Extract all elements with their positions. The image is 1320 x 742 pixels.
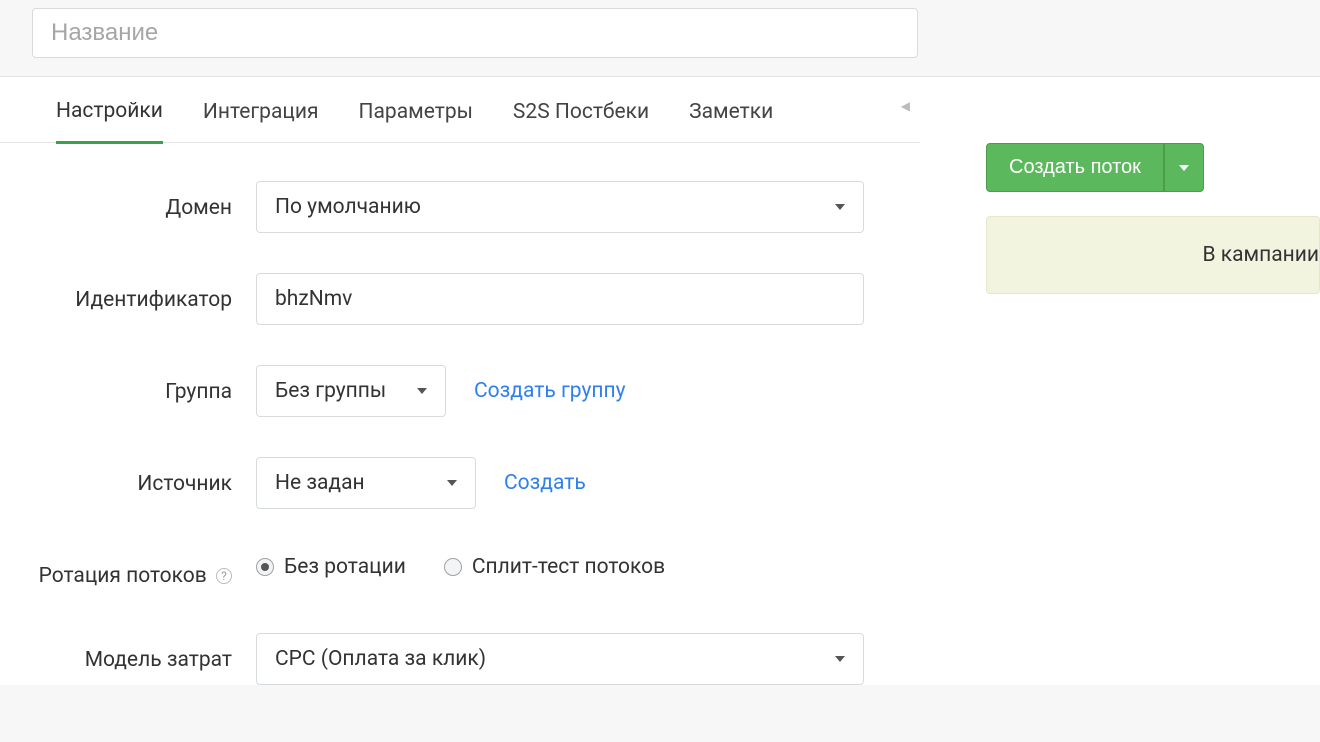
create-flow-dropdown-toggle[interactable] <box>1164 143 1204 192</box>
domain-select[interactable]: По умолчанию <box>256 181 864 233</box>
source-select-value: Не задан <box>275 471 365 495</box>
rotation-radio-none[interactable]: Без ротации <box>256 555 406 579</box>
tab-notes[interactable]: Заметки <box>689 78 773 142</box>
tab-s2s-postbacks[interactable]: S2S Постбеки <box>513 78 649 142</box>
cost-model-select[interactable]: CPC (Оплата за клик) <box>256 633 864 685</box>
campaign-notice: В кампании <box>986 216 1320 294</box>
campaign-notice-text: В кампании <box>1062 243 1319 267</box>
identifier-value: bhzNmv <box>275 287 352 311</box>
rotation-radio-none-label: Без ротации <box>284 555 406 579</box>
help-icon[interactable]: ? <box>216 568 232 584</box>
create-source-link[interactable]: Создать <box>504 471 586 495</box>
chevron-down-icon <box>447 480 457 486</box>
tabs-scroll-right-icon[interactable]: ◀ <box>901 99 910 113</box>
rotation-label: Ротация потоков ? <box>0 549 256 593</box>
source-select[interactable]: Не задан <box>256 457 476 509</box>
identifier-label: Идентификатор <box>0 273 256 317</box>
create-group-link[interactable]: Создать группу <box>474 379 626 403</box>
tab-parameters[interactable]: Параметры <box>359 78 473 142</box>
radio-icon <box>444 558 462 576</box>
chevron-down-icon <box>835 204 845 210</box>
tabs-bar: Настройки Интеграция Параметры S2S Постб… <box>0 77 920 143</box>
identifier-input[interactable]: bhzNmv <box>256 273 864 325</box>
cost-model-value: CPC (Оплата за клик) <box>275 647 486 671</box>
tab-settings[interactable]: Настройки <box>56 77 163 144</box>
tab-integration[interactable]: Интеграция <box>203 78 319 142</box>
domain-label: Домен <box>0 181 256 225</box>
create-flow-button-group: Создать поток <box>986 143 1320 192</box>
chevron-down-icon <box>417 388 427 394</box>
chevron-down-icon <box>835 656 845 662</box>
campaign-name-input[interactable] <box>32 8 918 58</box>
group-select-value: Без группы <box>275 379 386 403</box>
rotation-radio-split[interactable]: Сплит-тест потоков <box>444 555 665 579</box>
source-label: Источник <box>0 457 256 501</box>
rotation-radio-split-label: Сплит-тест потоков <box>472 555 665 579</box>
create-flow-button[interactable]: Создать поток <box>986 143 1164 192</box>
group-label: Группа <box>0 365 256 409</box>
group-select[interactable]: Без группы <box>256 365 446 417</box>
chevron-down-icon <box>1179 165 1189 171</box>
radio-icon <box>256 558 274 576</box>
cost-model-label: Модель затрат <box>0 633 256 677</box>
domain-select-value: По умолчанию <box>275 195 421 219</box>
